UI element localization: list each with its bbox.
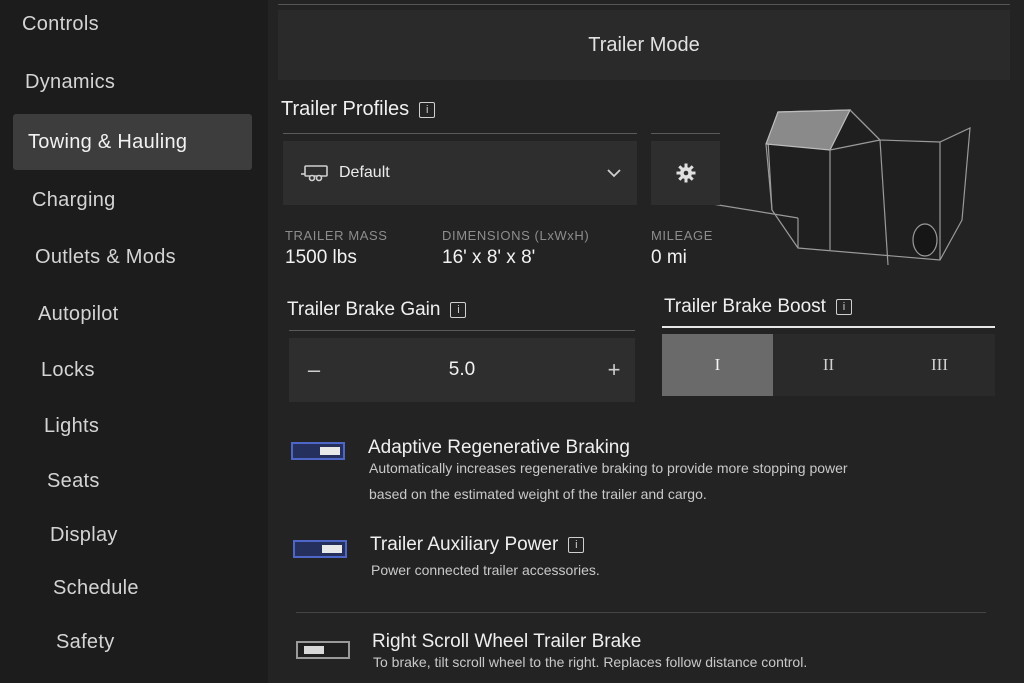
- boost-option-3[interactable]: III: [884, 334, 995, 396]
- sidebar-item-charging[interactable]: Charging: [32, 176, 252, 224]
- sidebar-item-locks[interactable]: Locks: [41, 346, 261, 394]
- trailer-brake-gain-heading: Trailer Brake Gain i: [287, 299, 467, 321]
- sidebar-item-display[interactable]: Display: [50, 511, 260, 559]
- sidebar-item-dynamics[interactable]: Dynamics: [25, 58, 245, 106]
- sidebar-item-lights[interactable]: Lights: [44, 402, 264, 450]
- divider: [283, 133, 637, 134]
- sidebar-item-towing-hauling[interactable]: Towing & Hauling: [13, 114, 252, 170]
- adaptive-regen-braking-toggle[interactable]: [291, 442, 345, 460]
- adaptive-regen-braking-desc: Automatically increases regenerative bra…: [369, 455, 969, 507]
- option-description-line: Automatically increases regenerative bra…: [369, 460, 848, 476]
- boost-option-2[interactable]: II: [773, 334, 884, 396]
- trailer-aux-power-desc: Power connected trailer accessories.: [371, 557, 971, 583]
- sidebar-item-schedule[interactable]: Schedule: [53, 564, 263, 612]
- toggle-knob: [304, 646, 324, 654]
- trailer-profiles-title: Trailer Profiles: [281, 98, 410, 120]
- sidebar-item-label: Controls: [22, 12, 99, 35]
- trailer-icon: [301, 165, 328, 182]
- sidebar-item-label: Lights: [44, 414, 100, 437]
- sidebar-item-label: Display: [50, 523, 118, 546]
- sidebar-item-label: Charging: [32, 188, 116, 211]
- trailer-aux-power-title: Trailer Auxiliary Power i: [370, 534, 585, 556]
- option-description-line: To brake, tilt scroll wheel to the right…: [373, 654, 808, 670]
- toggle-knob: [322, 545, 342, 553]
- info-icon[interactable]: i: [568, 537, 585, 553]
- page-title-bar: Trailer Mode: [278, 10, 1010, 80]
- chevron-down-icon: [607, 169, 621, 178]
- page-title: Trailer Mode: [588, 33, 700, 56]
- trailer-mass-label: TRAILER MASS: [285, 228, 388, 243]
- decrease-button[interactable]: –: [289, 338, 339, 402]
- option-description-line: Power connected trailer accessories.: [371, 562, 600, 578]
- segment-underline: [662, 326, 995, 328]
- sidebar-item-label: Outlets & Mods: [35, 245, 176, 268]
- trailer-illustration: [700, 109, 971, 266]
- divider: [278, 4, 1010, 5]
- sidebar-item-label: Dynamics: [25, 70, 116, 93]
- sidebar-item-outlets-mods[interactable]: Outlets & Mods: [35, 233, 255, 281]
- sidebar-item-label: Safety: [56, 630, 115, 653]
- divider: [296, 612, 986, 613]
- scroll-wheel-brake-desc: To brake, tilt scroll wheel to the right…: [373, 649, 933, 675]
- gear-icon: [676, 163, 695, 183]
- trailer-aux-power-toggle[interactable]: [293, 540, 347, 558]
- brake-gain-value: 5.0: [448, 359, 476, 380]
- scroll-wheel-brake-toggle[interactable]: [296, 641, 350, 659]
- mileage-value: 0 mi: [651, 247, 687, 268]
- sidebar-item-label: Towing & Hauling: [28, 130, 188, 153]
- sidebar-item-safety[interactable]: Safety: [56, 618, 266, 666]
- info-icon[interactable]: i: [835, 299, 852, 315]
- info-icon[interactable]: i: [419, 101, 436, 118]
- profile-settings-button[interactable]: [651, 141, 720, 205]
- dimensions-label: DIMENSIONS (LxWxH): [442, 228, 590, 243]
- selected-profile: Default: [339, 164, 390, 181]
- trailer-brake-boost-heading: Trailer Brake Boost i: [664, 296, 852, 318]
- trailer-profile-dropdown[interactable]: Default: [283, 141, 637, 205]
- mileage-label: MILEAGE: [651, 228, 713, 243]
- brake-gain-stepper: – 5.0 +: [289, 338, 635, 402]
- sidebar-item-label: Schedule: [53, 576, 139, 599]
- info-icon[interactable]: i: [450, 302, 467, 318]
- trailer-mass-value: 1500 lbs: [285, 247, 357, 268]
- dimensions-value: 16' x 8' x 8': [442, 247, 536, 268]
- increase-button[interactable]: +: [589, 338, 639, 402]
- sidebar-item-label: Autopilot: [38, 302, 119, 325]
- divider: [651, 133, 720, 134]
- toggle-knob: [320, 447, 340, 455]
- boost-option-1[interactable]: I: [662, 334, 773, 396]
- sidebar-item-autopilot[interactable]: Autopilot: [38, 290, 258, 338]
- sidebar-item-label: Seats: [47, 469, 100, 492]
- settings-sidebar: Controls Dynamics Towing & Hauling Charg…: [0, 0, 268, 683]
- sidebar-item-seats[interactable]: Seats: [47, 457, 267, 505]
- sidebar-item-controls[interactable]: Controls: [22, 0, 242, 48]
- option-title: Trailer Auxiliary Power: [370, 534, 559, 555]
- divider: [289, 330, 635, 331]
- sidebar-item-label: Locks: [41, 358, 95, 381]
- option-description-line: based on the estimated weight of the tra…: [369, 486, 707, 502]
- trailer-profiles-heading: Trailer Profiles i: [281, 98, 436, 121]
- trailer-brake-boost-title: Trailer Brake Boost: [664, 296, 826, 317]
- trailer-brake-gain-title: Trailer Brake Gain: [287, 299, 441, 320]
